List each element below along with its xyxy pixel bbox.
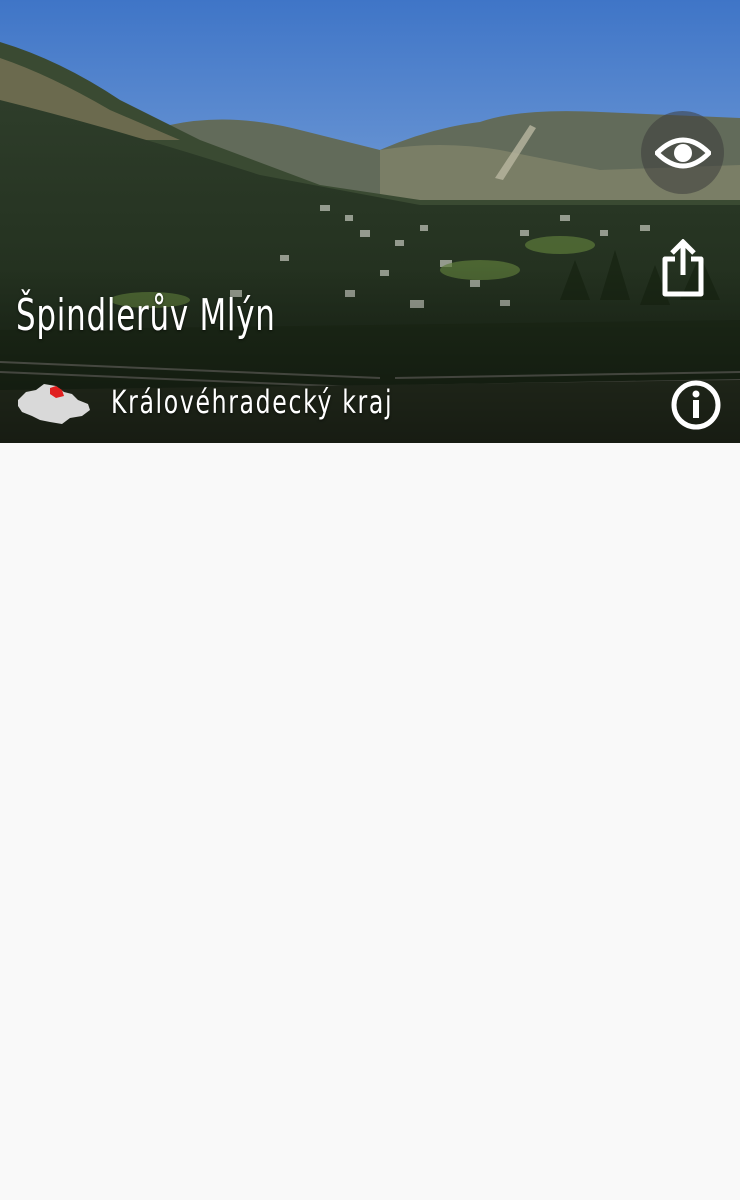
location-title: Špindlerův Mlýn bbox=[16, 290, 276, 341]
landscape-photo bbox=[0, 0, 740, 443]
content-area bbox=[0, 443, 740, 1200]
eye-icon bbox=[654, 137, 711, 168]
share-button[interactable] bbox=[655, 234, 711, 302]
share-icon bbox=[662, 239, 704, 297]
info-button[interactable] bbox=[668, 377, 724, 433]
czech-map-icon bbox=[18, 384, 90, 424]
region-label: Královéhradecký kraj bbox=[111, 383, 394, 421]
header-photo: Špindlerův Mlýn Královéhradecký kraj bbox=[0, 0, 740, 443]
view-button[interactable] bbox=[641, 111, 724, 194]
info-icon bbox=[671, 380, 721, 430]
